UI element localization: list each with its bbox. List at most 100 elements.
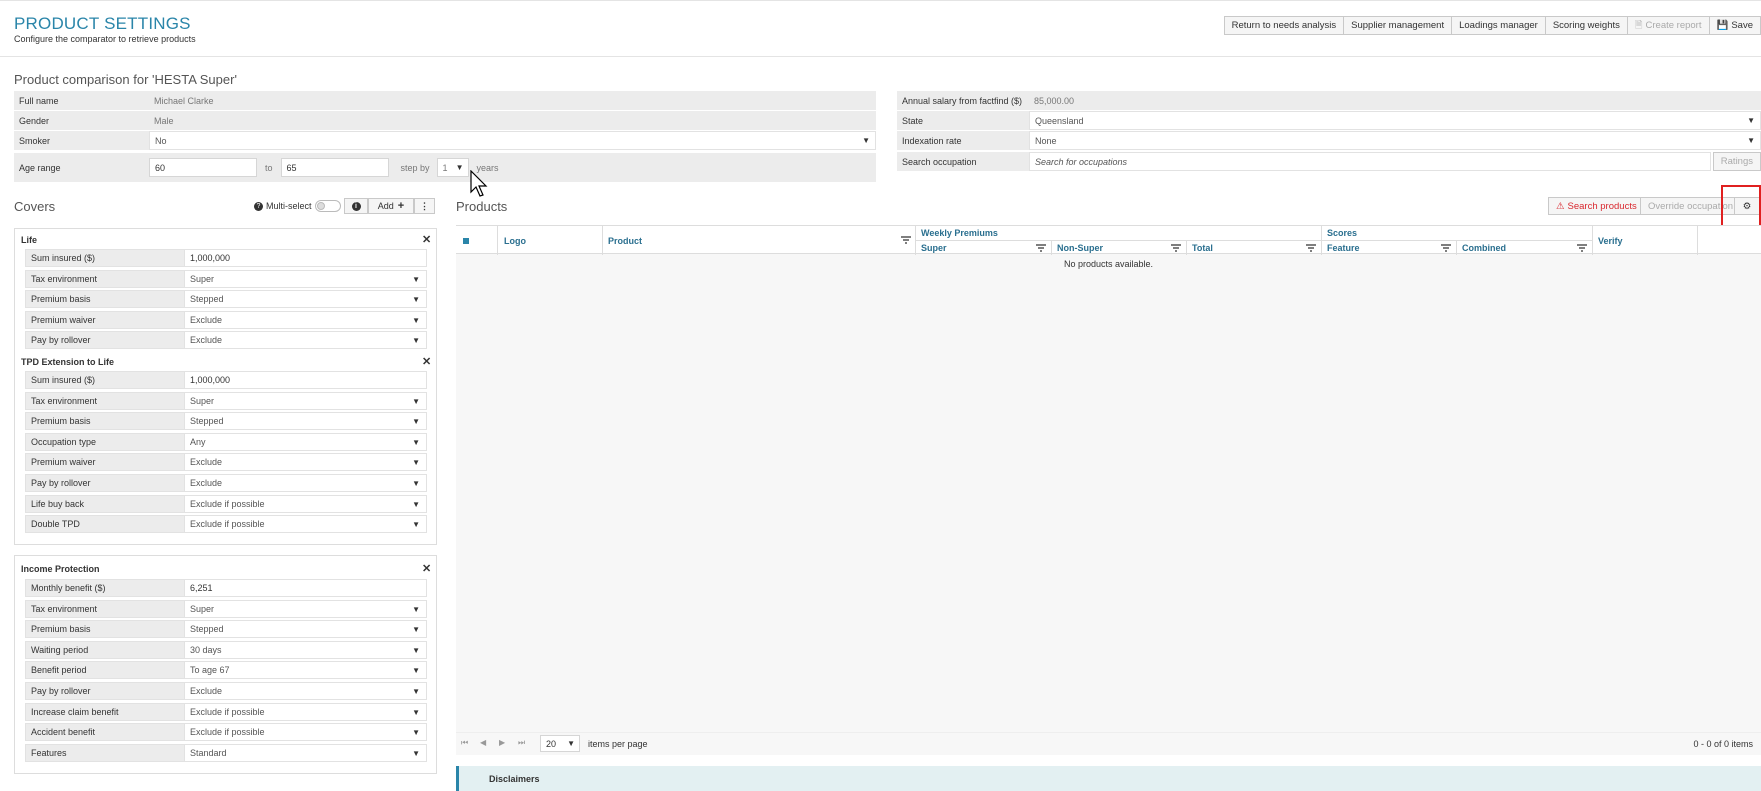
cover-field-select[interactable]: Exclude if possible ▼ (185, 702, 427, 721)
state-row: State Queensland ▼ (897, 111, 1761, 130)
verify-column-header[interactable]: Verify (1598, 236, 1623, 246)
age-to-input[interactable]: 65 (280, 158, 389, 177)
cover-field-select[interactable]: Standard ▼ (185, 743, 427, 762)
filter-icon[interactable] (1171, 244, 1181, 252)
cover-field-select[interactable]: Stepped ▼ (185, 290, 427, 309)
cover-field-select[interactable]: Exclude ▼ (185, 310, 427, 329)
pager-count: 0 - 0 of 0 items (1693, 739, 1753, 749)
cover-field-select[interactable]: Super ▼ (185, 391, 427, 410)
close-icon[interactable]: ✕ (422, 562, 431, 575)
create-report-button[interactable]: 🗎 Create report (1626, 16, 1710, 35)
gender-value: Male (149, 111, 876, 130)
save-button[interactable]: 💾 Save (1708, 16, 1761, 35)
info-button[interactable]: i (344, 198, 368, 214)
cover-field-select[interactable]: Exclude ▼ (185, 682, 427, 700)
cover-field-value: Stepped (190, 416, 224, 427)
add-cover-button[interactable]: Add + (368, 198, 414, 214)
page-size-select[interactable]: 20 ▼ (540, 735, 580, 752)
total-column-header[interactable]: Total (1192, 243, 1213, 253)
filter-icon[interactable] (1577, 244, 1587, 252)
caret-down-icon: ▼ (412, 520, 420, 530)
cover-field-select[interactable]: Exclude if possible ▼ (185, 723, 427, 742)
no-products-message: No products available. (1063, 259, 1154, 269)
step-value: 1 (442, 162, 448, 173)
cover-field-row: Benefit period To age 67 ▼ (25, 661, 427, 680)
cover-field-select[interactable]: Exclude ▼ (185, 453, 427, 472)
cover-field-select[interactable]: Super ▼ (185, 269, 427, 288)
product-column-header[interactable]: Product (608, 236, 642, 246)
smoker-select[interactable]: No ▼ (149, 131, 876, 150)
cover-field-row: Premium basis Stepped ▼ (25, 412, 427, 431)
state-select[interactable]: Queensland ▼ (1029, 111, 1761, 130)
last-page-icon[interactable]: ⏭ (518, 738, 525, 748)
age-from-input[interactable]: 60 (149, 158, 257, 177)
cover-field-select[interactable]: Stepped ▼ (185, 412, 427, 431)
cover-field-select[interactable]: Exclude if possible ▼ (185, 494, 427, 513)
select-all-checkbox[interactable] (463, 238, 469, 244)
scoring-weights-button[interactable]: Scoring weights (1544, 16, 1628, 35)
next-page-icon[interactable]: ▶ (499, 738, 505, 747)
prev-page-icon[interactable]: ◀ (480, 738, 486, 747)
super-column-header[interactable]: Super (921, 243, 947, 253)
cover-amount-input[interactable]: 1,000,000 (185, 249, 427, 267)
step-select[interactable]: 1 ▼ (436, 158, 469, 177)
life-cover-title: Life (21, 235, 38, 245)
cover-field-label: Accident benefit (25, 723, 185, 742)
cover-field-select[interactable]: 30 days ▼ (185, 640, 427, 659)
ratings-button[interactable]: Ratings (1712, 152, 1761, 171)
caret-down-icon: ▼ (412, 666, 420, 676)
feature-column-header[interactable]: Feature (1327, 243, 1360, 253)
caret-down-icon: ▼ (412, 458, 420, 468)
cover-field-select[interactable]: Exclude if possible ▼ (185, 515, 427, 534)
logo-column-header[interactable]: Logo (504, 236, 526, 246)
toggle-switch[interactable] (314, 200, 341, 212)
save-label: Save (1731, 20, 1753, 31)
cover-field-value: To age 67 (190, 665, 230, 676)
cover-field-select[interactable]: Exclude ▼ (185, 331, 427, 350)
non-super-column-header[interactable]: Non-Super (1057, 243, 1103, 253)
gender-row: Gender Male (14, 111, 876, 130)
grid-header: Logo Product Weekly Premiums Super Non-S… (456, 225, 1761, 255)
return-to-needs-analysis-button[interactable]: Return to needs analysis (1223, 16, 1345, 35)
cover-field-select[interactable]: Any ▼ (185, 432, 427, 451)
more-options-button[interactable]: ⋮ (414, 198, 435, 214)
filter-icon[interactable] (1306, 244, 1316, 252)
add-label: Add (377, 201, 394, 211)
cover-amount-input[interactable]: 1,000,000 (185, 371, 427, 389)
cover-field-label: Premium basis (25, 620, 185, 639)
cover-amount-input[interactable]: 6,251 (185, 579, 427, 597)
weekly-premiums-group-header: Weekly Premiums (921, 228, 998, 238)
occupation-search-input[interactable]: Search for occupations (1029, 152, 1711, 171)
first-page-icon[interactable]: ⏮ (461, 738, 468, 748)
page-subtitle: Configure the comparator to retrieve pro… (14, 34, 196, 44)
cover-field-row: Sum insured ($) 1,000,000 (25, 371, 427, 389)
state-label: State (897, 111, 1029, 130)
income-protection-cover-card: Income Protection ✕ Monthly benefit ($) 6… (14, 555, 437, 774)
filter-icon[interactable] (1441, 244, 1451, 252)
caret-down-icon: ▼ (412, 625, 420, 635)
close-icon[interactable]: ✕ (422, 355, 431, 368)
cover-field-row: Premium basis Stepped ▼ (25, 620, 427, 639)
disclaimers-panel[interactable]: Disclaimers (456, 766, 1761, 791)
cover-field-select[interactable]: To age 67 ▼ (185, 661, 427, 680)
search-products-button[interactable]: ⚠ Search products (1548, 197, 1645, 215)
combined-column-header[interactable]: Combined (1462, 243, 1506, 253)
multi-select-toggle[interactable]: ? Multi-select (254, 200, 341, 212)
indexation-select[interactable]: None ▼ (1029, 131, 1761, 150)
cover-field-select[interactable]: Super ▼ (185, 599, 427, 618)
cover-field-value: Exclude (190, 686, 223, 696)
filter-icon[interactable] (901, 236, 911, 244)
column-divider (1697, 226, 1698, 255)
cover-field-value: Exclude (190, 314, 223, 325)
cover-field-select[interactable]: Exclude ▼ (185, 474, 427, 492)
cover-field-label: Premium waiver (25, 310, 185, 329)
cover-field-select[interactable]: Stepped ▼ (185, 620, 427, 639)
filter-icon[interactable] (1036, 244, 1046, 252)
column-divider (497, 226, 498, 255)
group-header-divider (915, 240, 1592, 241)
document-icon: 🗎 (1634, 20, 1643, 31)
close-icon[interactable]: ✕ (422, 233, 431, 246)
loadings-manager-button[interactable]: Loadings manager (1451, 16, 1546, 35)
cover-field-row: Pay by rollover Exclude ▼ (25, 331, 427, 350)
supplier-management-button[interactable]: Supplier management (1343, 16, 1453, 35)
